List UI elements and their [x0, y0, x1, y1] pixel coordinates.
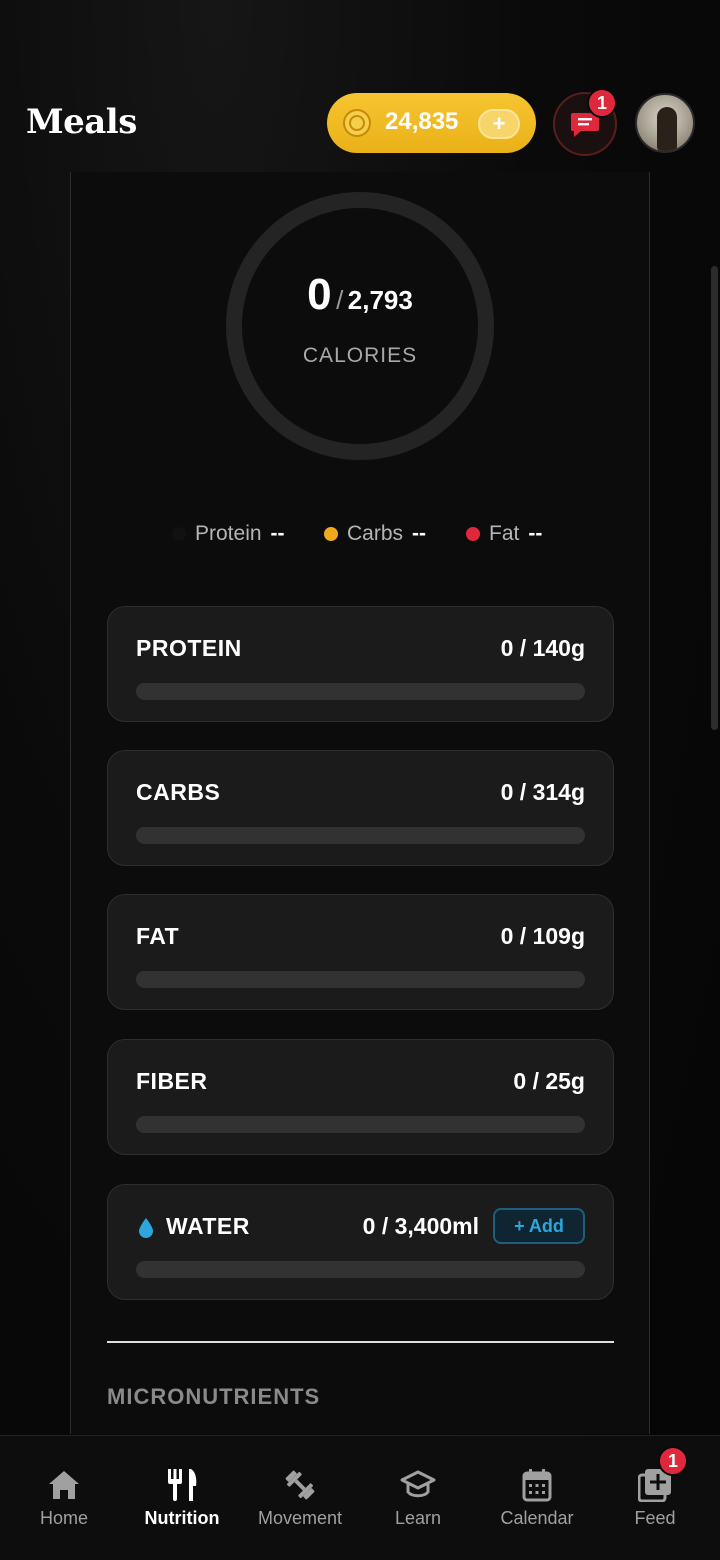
legend-protein: Protein --	[172, 522, 285, 546]
nav-label: Nutrition	[144, 1508, 220, 1528]
nav-label: Learn	[394, 1508, 442, 1528]
macro-card-water[interactable]: WATER 0 / 3,400ml + Add	[107, 1184, 614, 1300]
micronutrients-heading[interactable]: MICRONUTRIENTS	[107, 1384, 320, 1410]
coin-icon	[343, 109, 371, 137]
nav-item-learn[interactable]: Learn	[359, 1468, 477, 1529]
page-title: Meals	[26, 102, 137, 142]
nav-item-nutrition[interactable]: Nutrition	[123, 1468, 241, 1529]
nav-item-movement[interactable]: Movement	[241, 1468, 359, 1529]
coin-count: 24,835	[385, 108, 459, 135]
calorie-count: 0 / 2,793	[226, 270, 494, 320]
progress-bar	[136, 1261, 585, 1278]
macro-card-protein[interactable]: PROTEIN 0 / 140g	[107, 606, 614, 722]
add-coins-button[interactable]: +	[478, 109, 520, 139]
macro-card-carbs[interactable]: CARBS 0 / 314g	[107, 750, 614, 866]
macro-legend: Protein -- Carbs -- Fat --	[0, 522, 720, 552]
calories-goal: 2,793	[347, 285, 413, 315]
nav-label: Calendar	[500, 1508, 574, 1528]
calorie-ring	[226, 192, 494, 460]
legend-carbs: Carbs --	[324, 522, 426, 546]
legend-value: --	[528, 522, 543, 545]
protein-dot	[172, 527, 186, 541]
feed-badge: 1	[658, 1446, 688, 1476]
macro-name: FAT	[136, 923, 180, 949]
carbs-dot	[324, 527, 338, 541]
progress-bar	[136, 827, 585, 844]
dumbbell-icon	[285, 1470, 315, 1500]
macro-value: 0 / 25g	[513, 1068, 585, 1094]
graduation-cap-icon	[400, 1470, 436, 1498]
macro-value: 0 / 109g	[500, 923, 585, 949]
fat-dot	[466, 527, 480, 541]
macro-value: 0 / 3,400ml	[362, 1213, 479, 1239]
legend-label: Protein	[195, 522, 262, 545]
nav-label: Feed	[634, 1508, 676, 1528]
macro-value: 0 / 140g	[500, 635, 585, 661]
section-divider	[107, 1341, 614, 1343]
calendar-icon	[522, 1469, 552, 1502]
coin-balance-button[interactable]: 24,835 +	[327, 93, 536, 153]
messages-badge: 1	[587, 88, 617, 118]
macro-card-fat[interactable]: FAT 0 / 109g	[107, 894, 614, 1010]
legend-label: Carbs	[347, 522, 404, 545]
scrollbar[interactable]	[711, 266, 718, 730]
legend-value: --	[412, 522, 427, 545]
calories-eaten: 0	[307, 270, 332, 319]
macro-card-fiber[interactable]: FIBER 0 / 25g	[107, 1039, 614, 1155]
legend-fat: Fat --	[466, 522, 542, 546]
progress-bar	[136, 1116, 585, 1133]
legend-value: --	[270, 522, 285, 545]
nav-label: Home	[39, 1508, 88, 1528]
macro-name: CARBS	[136, 779, 221, 805]
progress-bar	[136, 971, 585, 988]
nav-item-calendar[interactable]: Calendar	[478, 1468, 596, 1529]
legend-label: Fat	[489, 522, 520, 545]
water-drop-icon	[139, 1218, 153, 1238]
home-icon	[49, 1471, 79, 1499]
macro-name: WATER	[166, 1213, 250, 1239]
macro-value: 0 / 314g	[500, 779, 585, 805]
calories-label: CALORIES	[302, 344, 418, 367]
nav-label: Movement	[257, 1508, 343, 1528]
progress-bar	[136, 683, 585, 700]
macro-name: FIBER	[136, 1068, 208, 1094]
calories-separator: /	[336, 285, 344, 315]
macro-name: PROTEIN	[136, 635, 242, 661]
nav-item-feed[interactable]: Feed	[596, 1468, 714, 1529]
utensils-icon	[168, 1469, 197, 1501]
avatar[interactable]	[635, 93, 695, 153]
meals-screen: Meals 24,835 + 1 0 / 2,793 CALORIES Prot…	[0, 0, 720, 1560]
add-water-button[interactable]: + Add	[493, 1208, 585, 1244]
app-header: Meals 24,835 + 1	[0, 0, 720, 172]
nav-item-home[interactable]: Home	[5, 1468, 123, 1529]
bottom-nav: Home Nutrition Movement Learn Calendar F…	[0, 1435, 720, 1560]
